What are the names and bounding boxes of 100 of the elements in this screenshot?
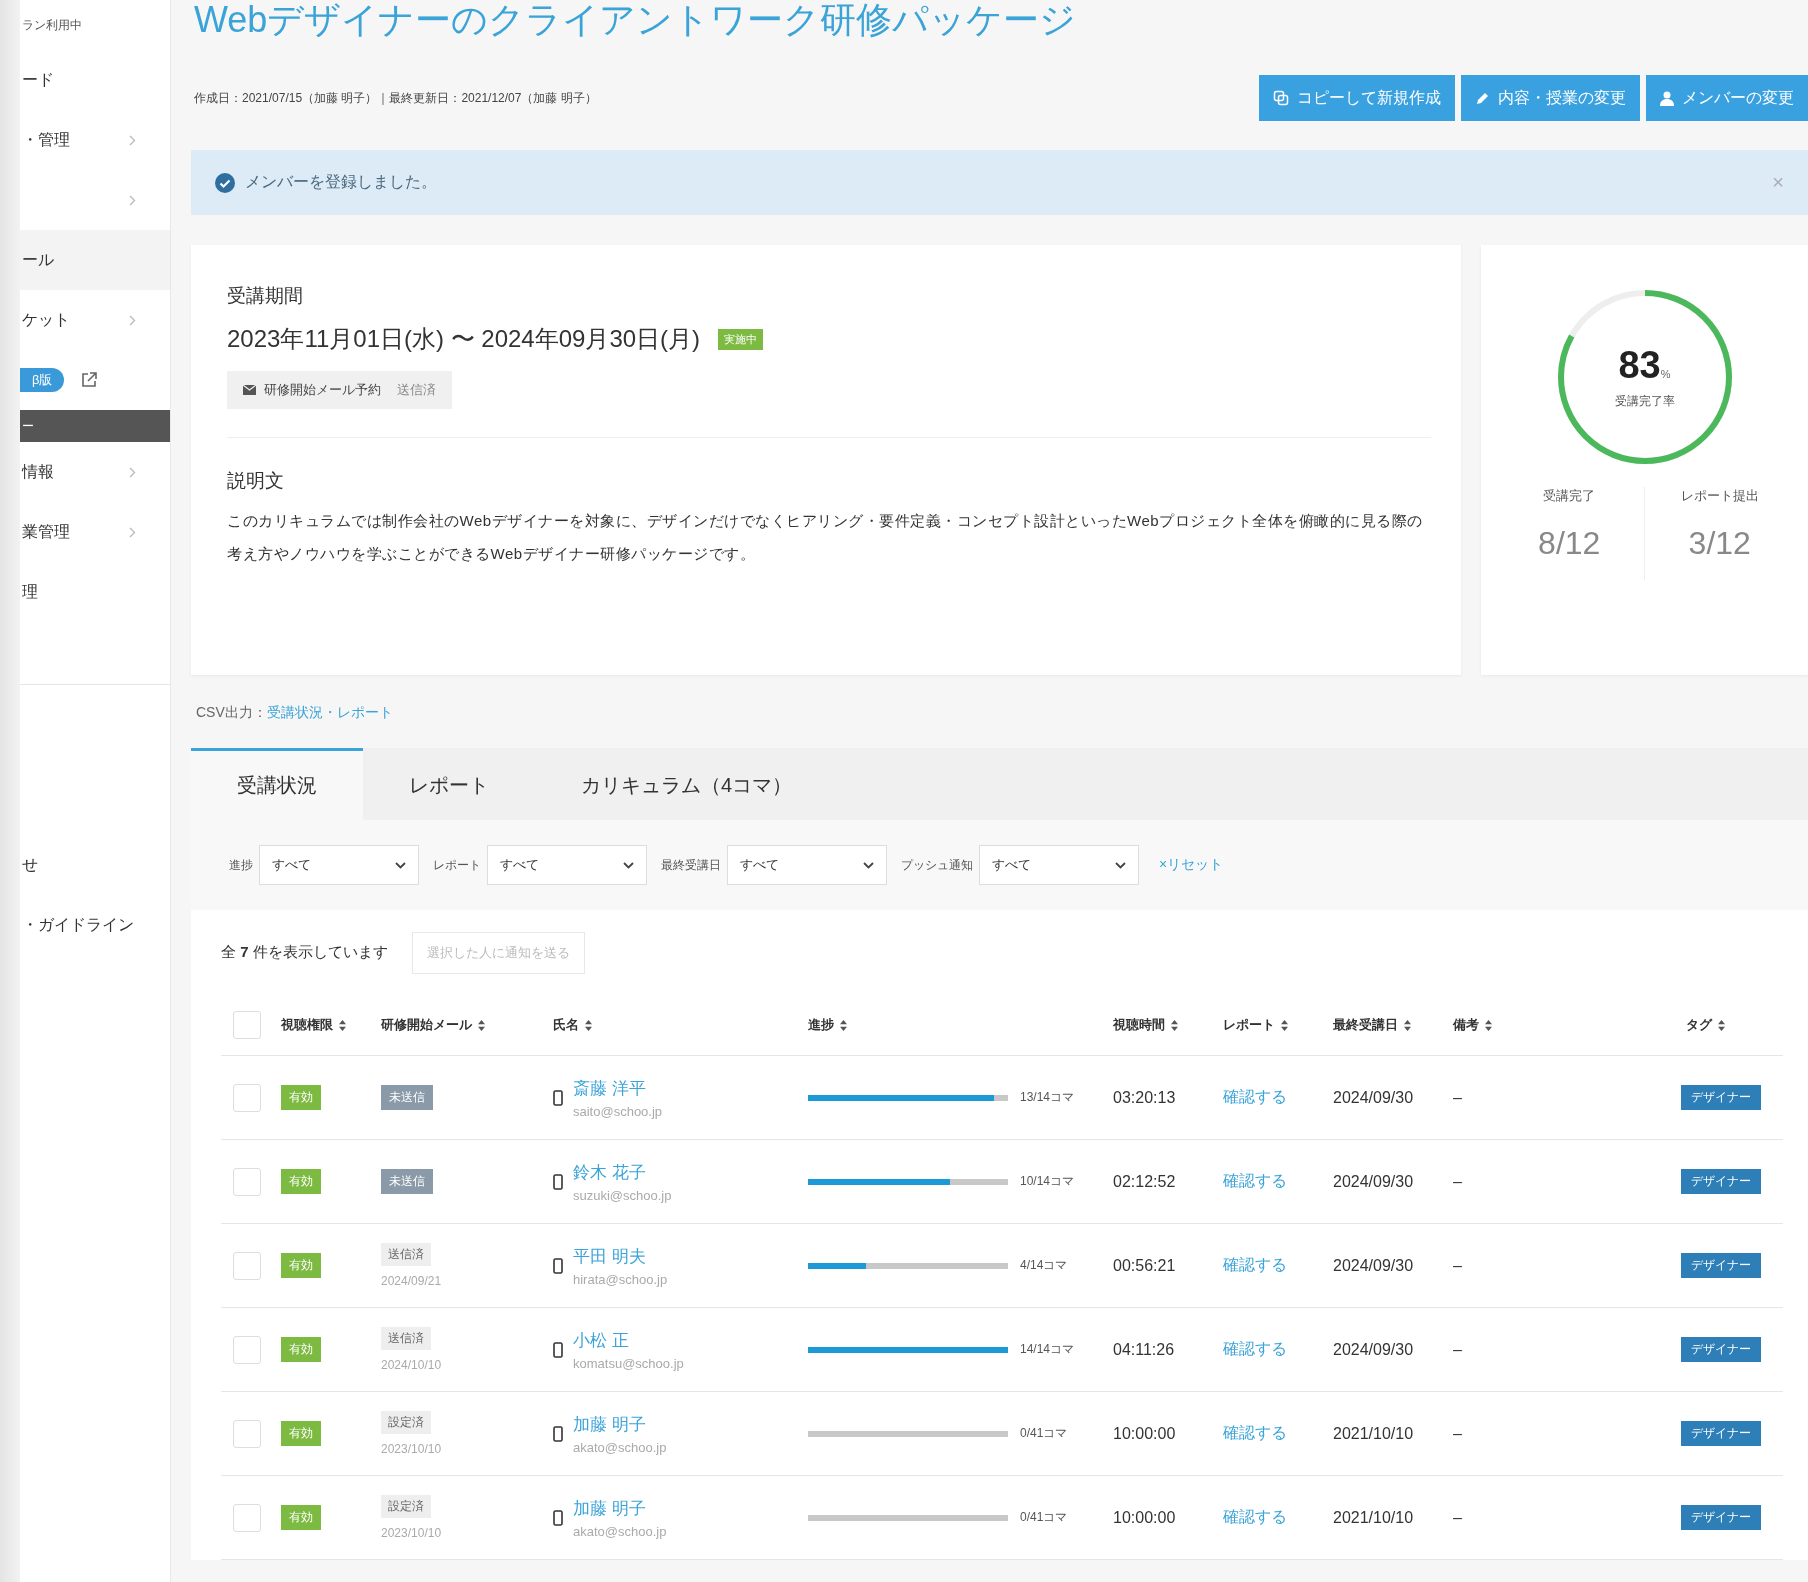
mail-date: 2024/09/21 — [381, 1274, 442, 1288]
sidebar-item[interactable]: 情報 — [20, 442, 170, 502]
last-date: 2024/09/30 — [1333, 1256, 1414, 1275]
progress-text: 0/41コマ — [1020, 1425, 1068, 1442]
column-header[interactable]: タグ — [1686, 1016, 1712, 1034]
column-header[interactable]: 進捗 — [808, 1016, 834, 1034]
member-email: suzuki@schoo.jp — [573, 1187, 672, 1203]
column-header[interactable]: 視聴時間 — [1113, 1016, 1165, 1034]
filter-label: プッシュ通知 — [901, 856, 973, 874]
note-text: – — [1453, 1256, 1462, 1275]
phone-icon — [553, 1089, 563, 1106]
sidebar-item[interactable]: ・ガイドライン — [20, 895, 170, 955]
watch-time: 10:00:00 — [1113, 1424, 1176, 1443]
completion-rate: 83% — [1618, 344, 1671, 387]
sort-icon[interactable] — [1171, 1019, 1178, 1031]
plan-status: ラン利用中 — [21, 16, 83, 34]
csv-label: CSV出力： — [196, 704, 267, 722]
checkbox[interactable] — [233, 1011, 261, 1039]
sidebar-item[interactable]: ・管理 — [20, 110, 170, 170]
access-badge: 有効 — [281, 1253, 321, 1278]
watch-time: 03:20:13 — [1113, 1088, 1176, 1107]
progress-text: 4/14コマ — [1020, 1257, 1068, 1274]
period-range: 2023年11月01日(水) 〜 2024年09月30日(月) — [227, 324, 701, 354]
external-link-icon[interactable] — [80, 371, 99, 389]
column-header[interactable]: 氏名 — [553, 1016, 579, 1034]
access-badge: 有効 — [281, 1337, 321, 1362]
sort-icon[interactable] — [339, 1019, 346, 1031]
mail-date: 2023/10/10 — [381, 1526, 442, 1540]
column-header[interactable]: 備考 — [1453, 1016, 1479, 1034]
tag-badge: デザイナー — [1681, 1421, 1761, 1446]
tab[interactable]: レポート — [363, 748, 535, 820]
sidebar-item[interactable]: 理 — [20, 562, 170, 622]
filter-select[interactable]: すべて — [979, 845, 1139, 885]
mail-status-badge: 送信済 — [381, 1327, 431, 1350]
checkbox[interactable] — [233, 1503, 261, 1532]
column-header[interactable]: レポート — [1223, 1016, 1275, 1034]
section-heading: 説明文 — [227, 469, 285, 493]
sort-icon[interactable] — [1485, 1019, 1492, 1031]
checkbox[interactable] — [233, 1335, 261, 1364]
note-text: – — [1453, 1508, 1462, 1527]
tab[interactable]: カリキュラム（4コマ） — [535, 748, 839, 820]
checkbox[interactable] — [233, 1419, 261, 1448]
mail-label: 研修開始メール予約 — [264, 381, 381, 399]
tag-badge: デザイナー — [1681, 1085, 1761, 1110]
checkbox[interactable] — [233, 1167, 261, 1196]
mail-date: 2024/10/10 — [381, 1358, 442, 1372]
column-header[interactable]: 視聴権限 — [281, 1016, 333, 1034]
column-header[interactable]: 研修開始メール — [381, 1016, 472, 1034]
copy-icon — [1273, 90, 1289, 106]
column-header[interactable]: 最終受講日 — [1333, 1016, 1398, 1034]
sidebar-item[interactable]: ード — [20, 50, 170, 110]
progress-text: 0/41コマ — [1020, 1509, 1068, 1526]
checkbox[interactable] — [233, 1251, 261, 1280]
tab[interactable]: 受講状況 — [191, 748, 363, 820]
phone-icon — [553, 1341, 563, 1358]
last-date: 2021/10/10 — [1333, 1508, 1414, 1527]
sidebar-item[interactable]: 業管理 — [20, 502, 170, 562]
sort-icon[interactable] — [1718, 1019, 1725, 1031]
access-badge: 有効 — [281, 1505, 321, 1530]
phone-icon — [553, 1257, 563, 1274]
member-email: hirata@schoo.jp — [573, 1271, 668, 1287]
sidebar-item[interactable]: ケット — [20, 290, 170, 350]
filter-select[interactable]: すべて — [727, 845, 887, 885]
checkbox[interactable] — [233, 1083, 261, 1112]
tag-badge: デザイナー — [1681, 1169, 1761, 1194]
last-date: 2024/09/30 — [1333, 1340, 1414, 1359]
member-email: saito@schoo.jp — [573, 1103, 663, 1119]
stat-value: 8/12 — [1538, 525, 1601, 562]
tag-badge: デザイナー — [1681, 1505, 1761, 1530]
member-email: akato@schoo.jp — [573, 1439, 667, 1455]
sort-icon[interactable] — [478, 1019, 485, 1031]
chevron-icon — [129, 134, 136, 146]
filter-select[interactable]: すべて — [487, 845, 647, 885]
sort-icon[interactable] — [585, 1019, 592, 1031]
sidebar-item[interactable]: せ — [20, 835, 170, 895]
watch-time: 04:11:26 — [1113, 1340, 1175, 1359]
progress-text: 10/14コマ — [1020, 1173, 1075, 1190]
chevron-icon — [129, 194, 136, 206]
mail-status: 送信済 — [397, 381, 436, 399]
note-text: – — [1453, 1424, 1462, 1443]
phone-icon — [553, 1425, 563, 1442]
mail-status-badge: 未送信 — [381, 1169, 433, 1194]
chevron-icon — [129, 314, 136, 326]
access-badge: 有効 — [281, 1169, 321, 1194]
phone-icon — [553, 1509, 563, 1526]
chevron-icon — [129, 526, 136, 538]
filter-select[interactable]: すべて — [259, 845, 419, 885]
sort-icon[interactable] — [1281, 1019, 1288, 1031]
sidebar-item[interactable]: ール — [20, 230, 170, 290]
filter-label: レポート — [433, 856, 481, 874]
sidebar-section-header: ー — [20, 410, 170, 442]
stat-label: 受講完了 — [1543, 487, 1596, 505]
mail-status-badge: 未送信 — [381, 1085, 433, 1110]
watch-time: 00:56:21 — [1113, 1256, 1176, 1275]
sort-icon[interactable] — [1404, 1019, 1411, 1031]
stat-value: 3/12 — [1688, 525, 1751, 562]
sort-icon[interactable] — [840, 1019, 847, 1031]
last-date: 2024/09/30 — [1333, 1172, 1414, 1191]
progress-text: 14/14コマ — [1020, 1341, 1075, 1358]
status-badge: 実施中 — [718, 328, 764, 350]
